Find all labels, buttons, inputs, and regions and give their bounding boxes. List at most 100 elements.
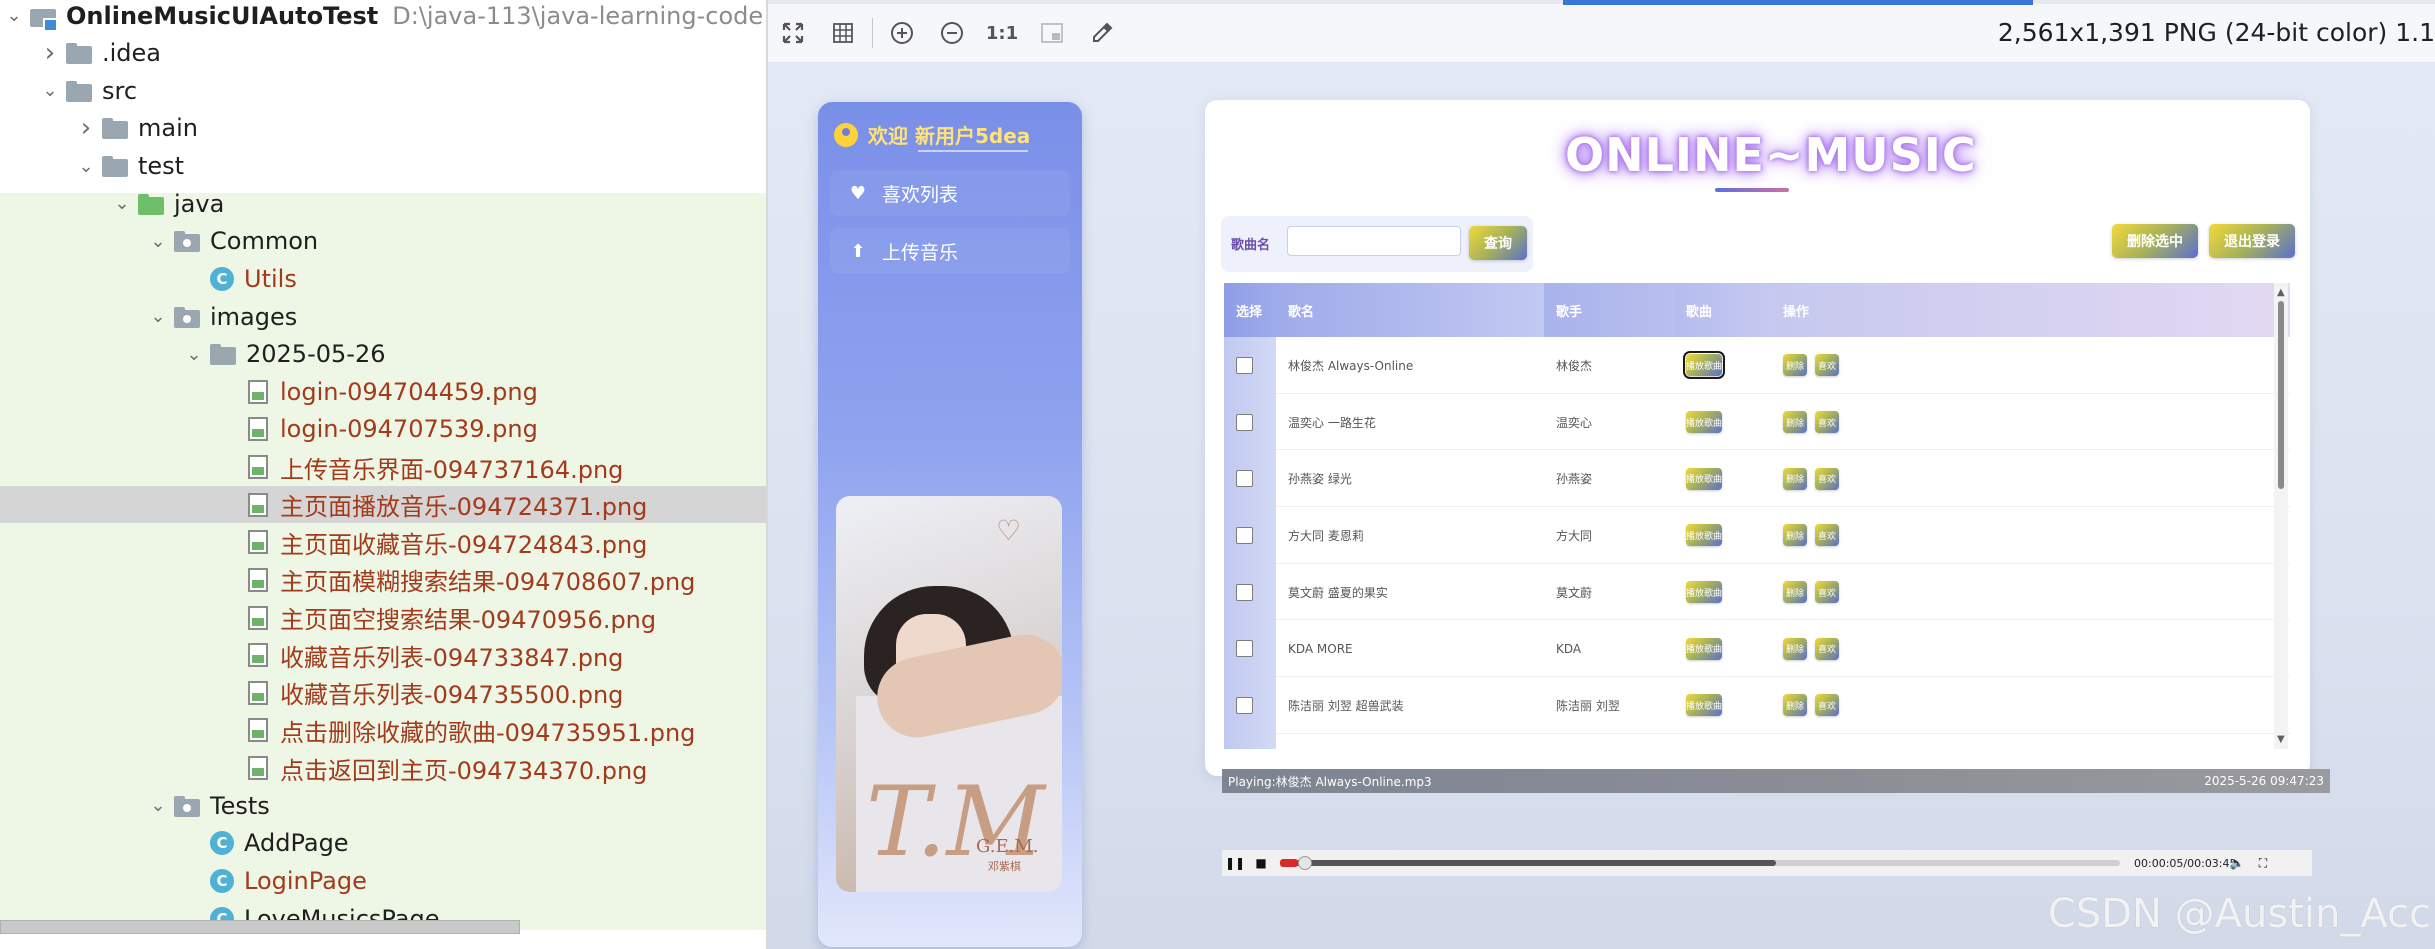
select-checkbox[interactable] (1236, 583, 1253, 601)
chevron-down-icon[interactable]: ⌄ (40, 72, 60, 109)
like-song-button[interactable]: 喜欢 (1815, 467, 1839, 490)
tree-node[interactable]: 上传音乐界面-094737164.png (0, 449, 768, 486)
tree-node[interactable]: ⌄ 2025-05-26 (0, 336, 768, 373)
tree-node[interactable]: 点击返回到主页-094734370.png (0, 750, 768, 787)
table-scrollbar[interactable]: ▲ ▼ (2274, 283, 2288, 749)
tree-node[interactable]: 收藏音乐列表-094735500.png (0, 674, 768, 711)
delete-song-button[interactable]: 删除 (1783, 411, 1807, 434)
like-song-button[interactable]: 喜欢 (1815, 524, 1839, 547)
play-song-button[interactable]: 播放歌曲 (1686, 411, 1722, 434)
zoom-in-icon[interactable] (877, 8, 927, 58)
progress-track[interactable] (1280, 856, 2120, 870)
fit-window-icon[interactable] (1027, 8, 1077, 58)
fit-screen-icon[interactable] (768, 8, 818, 58)
chevron-down-icon[interactable]: ⌄ (112, 185, 132, 222)
actions-cell: 删除喜欢 (1771, 620, 2290, 677)
actual-size-button[interactable]: 1:1 (977, 8, 1027, 58)
chevron-right-icon[interactable]: › (76, 110, 96, 147)
select-checkbox[interactable] (1236, 526, 1253, 544)
like-song-button[interactable]: 喜欢 (1815, 637, 1839, 660)
sidebar-item-upload[interactable]: ⬆ 上传音乐 (830, 228, 1070, 274)
color-picker-icon[interactable] (1077, 8, 1127, 58)
tree-node[interactable]: ⌄ Tests (0, 787, 768, 824)
delete-song-button[interactable]: 删除 (1783, 637, 1807, 660)
user-icon (834, 122, 858, 147)
grid-icon[interactable] (818, 8, 868, 58)
play-song-button[interactable]: 播放歌曲 (1686, 524, 1722, 547)
logout-button[interactable]: 退出登录 (2209, 224, 2295, 258)
tree-node[interactable]: 主页面收藏音乐-094724843.png (0, 524, 768, 561)
select-checkbox[interactable] (1236, 696, 1253, 714)
stop-icon[interactable]: ■ (1248, 850, 1274, 876)
chevron-down-icon[interactable]: ⌄ (148, 223, 168, 260)
like-song-button[interactable]: 喜欢 (1815, 354, 1839, 377)
tree-node[interactable]: C LoginPage (0, 862, 768, 899)
tree-node[interactable]: ⌄ test (0, 148, 768, 185)
delete-song-button[interactable]: 删除 (1783, 581, 1807, 604)
like-song-button[interactable]: 喜欢 (1815, 694, 1839, 717)
png-file-icon (248, 567, 268, 592)
column-header: 歌手 (1544, 283, 1674, 337)
tree-node[interactable]: ⌄ java (0, 185, 768, 222)
progress-knob[interactable] (1298, 856, 1313, 870)
actions-cell: 删除喜欢 (1771, 677, 2290, 734)
chevron-down-icon[interactable]: ⌄ (4, 0, 24, 34)
play-song-button[interactable]: 播放歌曲 (1686, 467, 1722, 490)
delete-song-button[interactable]: 删除 (1783, 467, 1807, 490)
search-input[interactable] (1287, 226, 1461, 256)
watermark: CSDN @Austin_Acc (2047, 891, 2431, 937)
pause-icon[interactable]: ❚❚ (1222, 850, 1248, 876)
tree-node[interactable]: 主页面模糊搜索结果-094708607.png (0, 561, 768, 598)
tree-node[interactable]: › main (0, 110, 768, 147)
scroll-up-icon[interactable]: ▲ (2277, 287, 2285, 298)
tree-node[interactable]: 主页面播放音乐-094724371.png (0, 486, 768, 524)
tree-node[interactable]: 点击删除收藏的歌曲-094735951.png (0, 712, 768, 749)
select-checkbox[interactable] (1236, 356, 1253, 374)
tree-node[interactable]: C AddPage (0, 825, 768, 862)
delete-song-button[interactable]: 删除 (1783, 354, 1807, 377)
like-song-button[interactable]: 喜欢 (1815, 581, 1839, 604)
scroll-down-icon[interactable]: ▼ (2277, 734, 2285, 745)
search-button[interactable]: 查询 (1469, 226, 1527, 260)
select-checkbox[interactable] (1236, 470, 1253, 488)
select-checkbox[interactable] (1236, 413, 1253, 431)
tree-node-label: Tests (210, 791, 270, 820)
chevron-down-icon[interactable]: ⌄ (184, 336, 204, 373)
scrollbar-thumb[interactable] (2278, 301, 2284, 489)
tree-node[interactable]: 主页面空搜索结果-09470956.png (0, 599, 768, 636)
tree-node[interactable]: ⌄ Common (0, 223, 768, 260)
png-file-icon (248, 379, 268, 404)
chevron-down-icon[interactable]: ⌄ (76, 148, 96, 185)
like-song-button[interactable]: 喜欢 (1815, 411, 1839, 434)
play-song-button[interactable]: 播放歌曲 (1683, 351, 1725, 380)
play-song-button[interactable]: 播放歌曲 (1686, 694, 1722, 717)
select-checkbox[interactable] (1236, 640, 1253, 658)
fullscreen-icon[interactable]: ⛶ (2250, 850, 2276, 876)
play-song-button[interactable]: 播放歌曲 (1686, 581, 1722, 604)
tree-node[interactable]: ⌄ src (0, 72, 768, 109)
chevron-down-icon[interactable]: ⌄ (148, 787, 168, 824)
delete-selected-button[interactable]: 删除选中 (2112, 224, 2198, 258)
tree-node[interactable]: ⌄ images (0, 298, 768, 335)
delete-song-button[interactable]: 删除 (1783, 694, 1807, 717)
volume-icon[interactable]: 🔈 (2224, 850, 2250, 876)
sidebar-item-favorites[interactable]: ♥ 喜欢列表 (830, 170, 1070, 216)
class-icon: C (210, 868, 234, 893)
tree-node[interactable]: C Utils (0, 260, 768, 297)
tree-horizontal-scrollbar[interactable] (0, 920, 520, 934)
table-row: 林俊杰 Always-Online 林俊杰 播放歌曲 删除 喜欢 (1224, 337, 2290, 394)
tree-node[interactable]: ⌄ OnlineMusicUIAutoTest D:\java-113\java-l… (0, 0, 768, 34)
tree-node[interactable]: 收藏音乐列表-094733847.png (0, 637, 768, 674)
chevron-down-icon[interactable]: ⌄ (148, 298, 168, 335)
actions-cell: 删除喜欢 (1771, 564, 2290, 621)
tree-node[interactable]: login-094704459.png (0, 373, 768, 410)
chevron-right-icon[interactable]: › (40, 35, 60, 72)
tree-node[interactable]: login-094707539.png (0, 411, 768, 448)
delete-song-button[interactable]: 删除 (1783, 524, 1807, 547)
tree-node[interactable]: › .idea (0, 35, 768, 72)
play-song-button[interactable]: 播放歌曲 (1686, 637, 1722, 660)
zoom-out-icon[interactable] (927, 8, 977, 58)
